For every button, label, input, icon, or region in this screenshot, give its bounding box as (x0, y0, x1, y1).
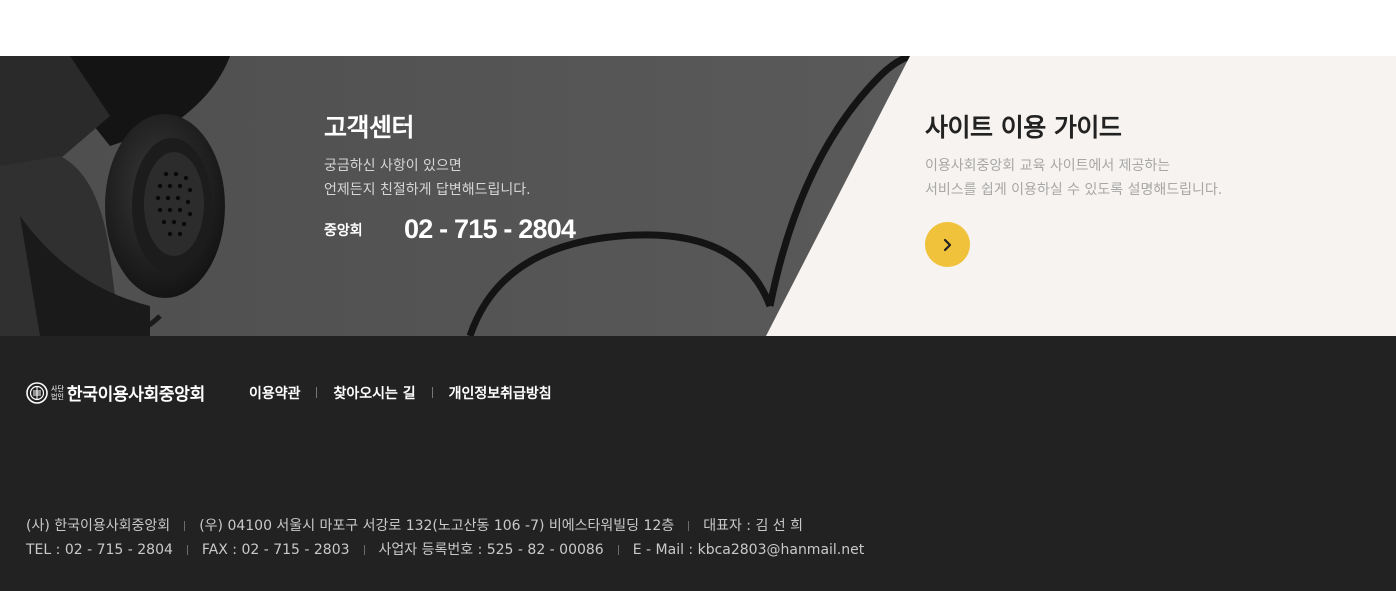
site-guide-desc-line1: 이용사회중앙회 교육 사이트에서 제공하는 (925, 158, 1171, 174)
info-divider (186, 545, 188, 555)
association-logo[interactable]: 사단 법인 한국이용사회중앙회 (26, 380, 205, 405)
terms-link[interactable]: 이용약관 (249, 383, 301, 403)
footer-info-line1: (사) 한국이용사회중앙회 (우) 04100 서울시 마포구 서강로 132(… (26, 514, 864, 538)
emblem-icon (26, 381, 48, 404)
info-divider (688, 521, 690, 531)
customer-center: 고객센터 궁금하신 사항이 있으면 언제든지 친절하게 답변해드립니다. 중앙회… (324, 108, 576, 245)
link-divider (316, 387, 318, 398)
customer-center-desc-line1: 궁금하신 사항이 있으면 (324, 158, 462, 174)
company-name: (사) 한국이용사회중앙회 (26, 518, 171, 534)
footer-top-row: 사단 법인 한국이용사회중앙회 이용약관 찾아오시는 길 개인정보취급방침 (26, 380, 552, 405)
customer-center-phone: 중앙회 02 - 715 - 2804 (324, 214, 576, 245)
customer-center-description: 궁금하신 사항이 있으면 언제든지 친절하게 답변해드립니다. (324, 154, 575, 202)
site-guide-desc-line2: 서비스를 쉽게 이용하실 수 있도록 설명해드립니다. (925, 182, 1223, 198)
site-guide-description: 이용사회중앙회 교육 사이트에서 제공하는 서비스를 쉽게 이용하실 수 있도록… (925, 154, 1222, 202)
privacy-policy-link[interactable]: 개인정보취급방침 (449, 383, 552, 403)
info-divider (363, 545, 365, 555)
phone-number: 02 - 715 - 2804 (404, 214, 576, 244)
logo-corporation-mark: 사단 법인 (51, 385, 64, 401)
footer-info-line2: TEL : 02 - 715 - 2804 FAX : 02 - 715 - 2… (26, 538, 864, 562)
customer-center-title: 고객센터 (324, 113, 415, 142)
link-divider (431, 387, 433, 398)
customer-center-desc-line2: 언제든지 친절하게 답변해드립니다. (324, 182, 531, 198)
footer-company-info: (사) 한국이용사회중앙회 (우) 04100 서울시 마포구 서강로 132(… (26, 514, 864, 562)
footer-links: 이용약관 찾아오시는 길 개인정보취급방침 (249, 383, 552, 403)
company-address: (우) 04100 서울시 마포구 서강로 132(노고산동 106 -7) 비… (199, 518, 675, 534)
company-tel: TEL : 02 - 715 - 2804 (26, 542, 173, 558)
phone-label: 중앙회 (324, 222, 363, 239)
business-registration-number: 사업자 등록번호 : 525 - 82 - 00086 (378, 542, 604, 558)
directions-link[interactable]: 찾아오시는 길 (333, 383, 415, 403)
logo-small-top: 사단 (51, 384, 64, 393)
logo-small-bottom: 법인 (51, 392, 64, 401)
info-divider (184, 521, 186, 531)
site-guide-button[interactable] (925, 222, 970, 267)
info-divider (617, 545, 619, 555)
company-fax: FAX : 02 - 715 - 2803 (201, 542, 350, 558)
company-representative: 대표자 : 김 선 희 (703, 518, 804, 534)
top-whitespace (0, 0, 1396, 56)
company-email[interactable]: E - Mail : kbca2803@hanmail.net (633, 538, 865, 562)
chevron-right-icon (943, 238, 951, 251)
footer: 사단 법인 한국이용사회중앙회 이용약관 찾아오시는 길 개인정보취급방침 (사… (0, 336, 1396, 591)
support-banner: 고객센터 궁금하신 사항이 있으면 언제든지 친절하게 답변해드립니다. 중앙회… (0, 56, 1396, 336)
site-guide-title: 사이트 이용 가이드 (925, 113, 1122, 142)
logo-text: 한국이용사회중앙회 (66, 385, 205, 405)
site-guide: 사이트 이용 가이드 이용사회중앙회 교육 사이트에서 제공하는 서비스를 쉽게… (925, 108, 1222, 202)
